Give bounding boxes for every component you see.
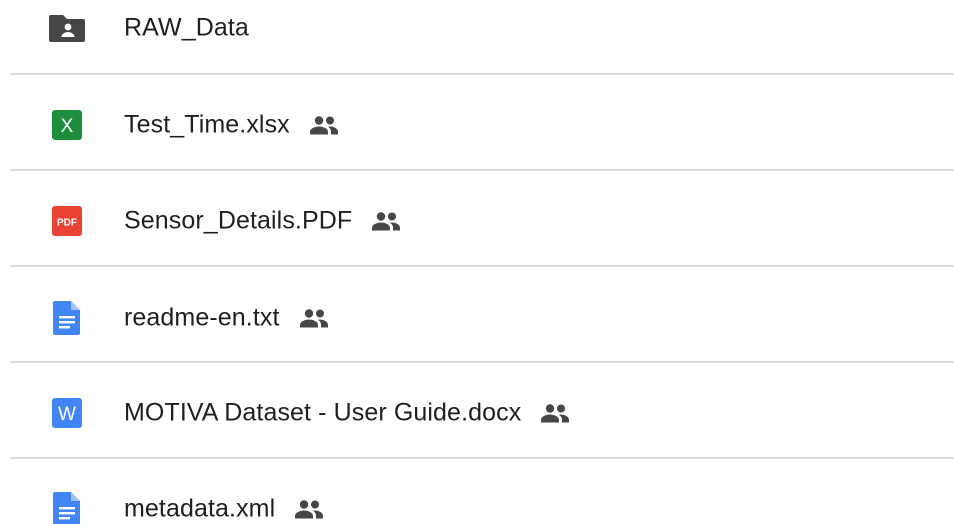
file-name: metadata.xml [124,494,276,523]
svg-text:W: W [58,404,76,425]
row-divider [10,169,954,171]
shared-people-icon [298,307,332,329]
file-row-sensor-details[interactable]: PDF Sensor_Details.PDF [0,191,954,251]
file-name: MOTIVA Dataset - User Guide.docx [124,398,522,427]
file-row-readme[interactable]: readme-en.txt [0,288,954,348]
text-document-icon [48,490,86,524]
file-name: Sensor_Details.PDF [124,206,353,235]
shared-people-icon [308,114,342,136]
excel-icon: X [48,106,86,144]
file-list: RAW_Data X Test_Time.xlsx PDF Sensor_Det… [0,0,954,524]
svg-text:X: X [61,116,74,137]
file-name: readme-en.txt [124,303,280,332]
row-divider [10,361,954,363]
word-icon: W [48,394,86,432]
shared-people-icon [293,498,327,520]
file-row-raw-data[interactable]: RAW_Data [0,0,954,58]
pdf-icon: PDF [48,202,86,240]
shared-people-icon [539,402,573,424]
shared-folder-icon [48,9,86,47]
file-row-user-guide[interactable]: W MOTIVA Dataset - User Guide.docx [0,383,954,443]
file-row-test-time[interactable]: X Test_Time.xlsx [0,95,954,155]
text-document-icon [48,299,86,337]
file-name: RAW_Data [124,13,249,42]
shared-people-icon [370,210,404,232]
row-divider [10,73,954,75]
row-divider [10,457,954,459]
svg-text:PDF: PDF [57,218,77,229]
file-name: Test_Time.xlsx [124,110,290,139]
row-divider [10,265,954,267]
file-row-metadata[interactable]: metadata.xml [0,479,954,524]
